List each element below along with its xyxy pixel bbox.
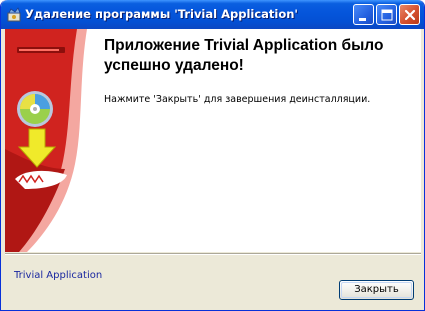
installer-icon xyxy=(7,7,21,22)
uninstall-window: Удаление программы 'Trivial Application' xyxy=(0,0,425,311)
maximize-icon xyxy=(381,9,393,21)
close-window-button[interactable] xyxy=(399,4,420,25)
close-button[interactable]: Закрыть xyxy=(339,280,414,300)
minimize-button[interactable] xyxy=(353,4,374,25)
brand-label: Trivial Application xyxy=(14,270,103,281)
window-title: Удаление программы 'Trivial Application' xyxy=(25,7,298,21)
maximize-button[interactable] xyxy=(376,4,397,25)
uninstall-banner-graphic xyxy=(5,29,87,252)
title-bar[interactable]: Удаление программы 'Trivial Application' xyxy=(1,0,424,29)
content-area: Приложение Trivial Application было успе… xyxy=(5,29,421,252)
close-icon xyxy=(404,9,416,21)
instruction-text: Нажмите 'Закрыть' для завершения деинста… xyxy=(104,94,371,105)
minimize-icon xyxy=(359,18,366,21)
success-heading: Приложение Trivial Application было успе… xyxy=(104,37,384,74)
footer-divider xyxy=(5,253,421,255)
